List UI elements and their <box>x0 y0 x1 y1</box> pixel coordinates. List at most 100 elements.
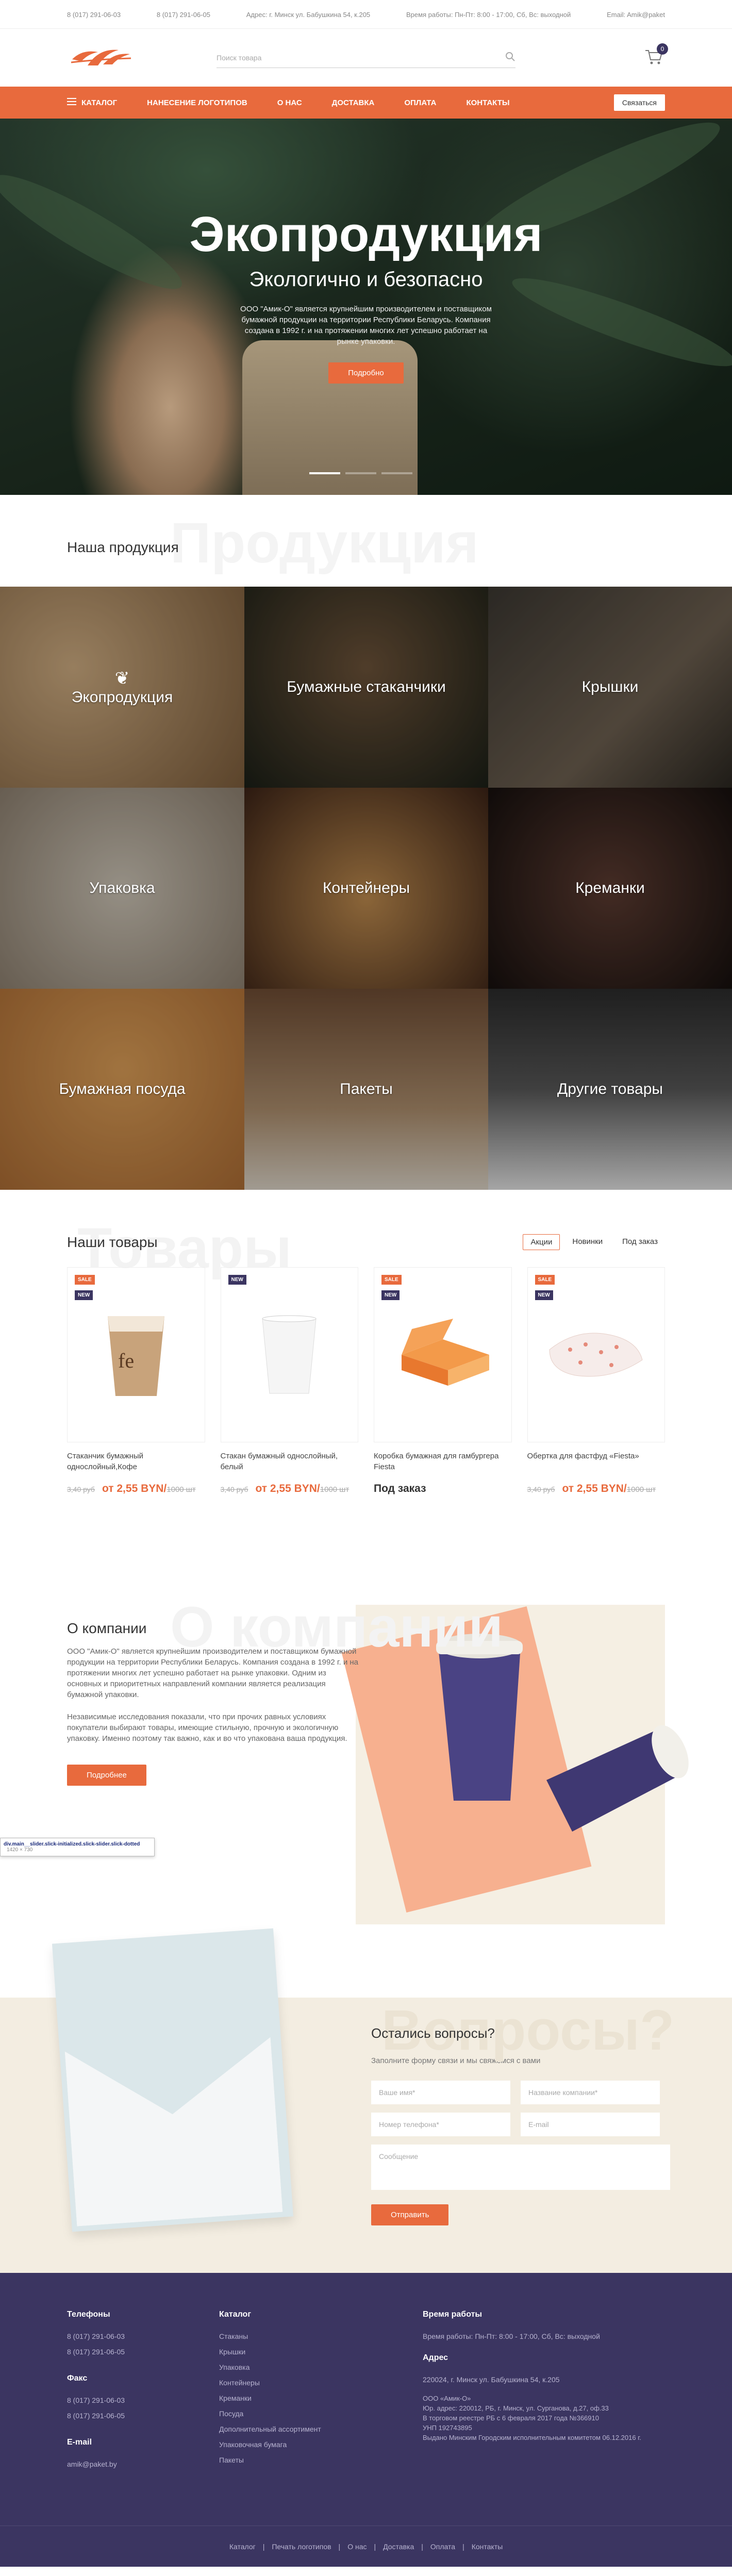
category-cream-cups[interactable]: Креманки <box>488 788 732 989</box>
footer-catalog-link[interactable]: Посуда <box>219 2406 321 2421</box>
product-card[interactable]: SALE NEW fe Стаканчик бумажный однослойн… <box>67 1267 205 1495</box>
contact-form: Вопросы? Остались вопросы? Заполните фор… <box>371 1998 674 2225</box>
message-field[interactable]: Сообщение <box>371 2145 670 2190</box>
legal-line: В торговом реестре РБ с 6 февраля 2017 г… <box>423 2414 599 2422</box>
footer-fax: 8 (017) 291-06-03 <box>67 2396 125 2404</box>
footer-contacts: Телефоны 8 (017) 291-06-03 8 (017) 291-0… <box>67 2310 125 2472</box>
tab-sales[interactable]: Акции <box>523 1234 560 1250</box>
category-label: Бумажная посуда <box>59 1081 186 1098</box>
category-lids[interactable]: Крышки <box>488 587 732 788</box>
about-bg-title: О компании <box>170 1596 504 1659</box>
old-price: 3,40 руб <box>220 1485 248 1493</box>
footer-catalog-link[interactable]: Пакеты <box>219 2452 321 2468</box>
footer-catalog-link[interactable]: Креманки <box>219 2390 321 2406</box>
name-field[interactable]: Ваше имя* <box>371 2081 510 2104</box>
phone-1[interactable]: 8 (017) 291-06-03 <box>67 11 121 19</box>
category-cups[interactable]: Бумажные стаканчики <box>244 587 488 788</box>
hero-more-button[interactable]: Подробно <box>328 362 404 384</box>
product-price: 3,40 руб от 2,55 BYN/1000 шт <box>221 1483 359 1495</box>
footer-catalog-link[interactable]: Упаковочная бумага <box>219 2437 321 2452</box>
cart-count-badge: 0 <box>657 43 668 55</box>
product-card[interactable]: SALE NEW Обертка для фастфуд «Fiesta» 3,… <box>527 1267 666 1495</box>
slider-dot[interactable] <box>345 472 376 474</box>
product-price: 3,40 руб от 2,55 BYN/1000 шт <box>527 1483 666 1495</box>
nav-about[interactable]: О нас <box>277 98 302 107</box>
search-input[interactable]: Поиск товара <box>217 47 515 68</box>
category-containers[interactable]: Контейнеры <box>244 788 488 989</box>
product-image[interactable]: SALE NEW fe <box>67 1267 205 1442</box>
footer-phone[interactable]: 8 (017) 291-06-05 <box>67 2344 125 2359</box>
category-other[interactable]: Другие товары <box>488 989 732 1190</box>
separator: | <box>421 2542 423 2551</box>
nav-contacts[interactable]: Контакты <box>466 98 509 107</box>
product-name[interactable]: Стаканчик бумажный однослойный,Кофе <box>67 1451 205 1474</box>
new-badge: NEW <box>75 1290 93 1300</box>
price-value: от 2,55 BYN/ <box>102 1483 167 1494</box>
product-image[interactable]: SALE NEW <box>527 1267 665 1442</box>
footer-nav-link[interactable]: О нас <box>347 2542 367 2551</box>
submit-button[interactable]: Отправить <box>371 2204 449 2225</box>
nav-catalog[interactable]: Каталог <box>67 98 117 107</box>
logo[interactable] <box>67 43 139 72</box>
goods-tabs: Акции Новинки Под заказ <box>523 1234 665 1250</box>
contact-button[interactable]: Связаться <box>613 94 665 111</box>
footer-nav-link[interactable]: Оплата <box>430 2542 455 2551</box>
main-nav: Каталог Нанесение логотипов О нас Достав… <box>0 87 732 119</box>
footer-catalog-link[interactable]: Упаковка <box>219 2359 321 2375</box>
nav-catalog-label: Каталог <box>81 98 118 107</box>
category-label: Креманки <box>575 879 645 896</box>
product-card[interactable]: NEW Стакан бумажный однослойный, белый 3… <box>220 1267 359 1495</box>
category-eco[interactable]: ❦ Экопродукция <box>0 587 244 788</box>
footer-catalog-link[interactable]: Дополнительный ассортимент <box>219 2421 321 2437</box>
tooltip-size: 1420 × 730 <box>7 1847 33 1853</box>
category-tableware[interactable]: Бумажная посуда <box>0 989 244 1190</box>
product-card[interactable]: SALE NEW Коробка бумажная для гамбургера… <box>374 1267 512 1495</box>
footer-catalog-link[interactable]: Стаканы <box>219 2329 321 2344</box>
cart-icon <box>644 50 663 68</box>
phone-field[interactable]: Номер телефона* <box>371 2113 510 2136</box>
email-field[interactable]: E-mail <box>521 2113 660 2136</box>
cart-button[interactable]: 0 <box>644 43 668 68</box>
hero-slider[interactable]: Экопродукция Экологично и безопасно ООО … <box>0 119 732 495</box>
footer-nav-link[interactable]: Контакты <box>472 2542 503 2551</box>
product-name[interactable]: Коробка бумажная для гамбургера Fiesta <box>374 1451 512 1474</box>
current-price: от 2,55 BYN/1000 шт <box>102 1483 196 1495</box>
footer-catalog-link[interactable]: Крышки <box>219 2344 321 2359</box>
menu-icon <box>67 98 76 107</box>
footer-phone[interactable]: 8 (017) 291-06-03 <box>67 2329 125 2344</box>
footer-email-heading: E-mail <box>67 2438 92 2447</box>
category-packaging[interactable]: Упаковка <box>0 788 244 989</box>
goods-section: Товары Наши товары Акции Новинки Под зак… <box>0 1190 732 1574</box>
footer-fax: 8 (017) 291-06-05 <box>67 2412 125 2420</box>
footer-nav-link[interactable]: Каталог <box>229 2542 256 2551</box>
product-image[interactable]: SALE NEW <box>374 1267 512 1442</box>
slider-dot[interactable] <box>381 472 412 474</box>
price-unit: 1000 шт <box>167 1485 196 1494</box>
nav-payment[interactable]: Оплата <box>404 98 436 107</box>
slider-dot[interactable] <box>309 472 340 474</box>
product-image[interactable]: NEW <box>220 1267 358 1442</box>
search-icon[interactable] <box>505 52 515 63</box>
footer-catalog-link[interactable]: Контейнеры <box>219 2375 321 2390</box>
tab-on-order[interactable]: Под заказ <box>615 1234 665 1250</box>
separator: | <box>462 2542 464 2551</box>
about-more-button[interactable]: Подробнее <box>67 1765 146 1786</box>
hero-title: Экопродукция <box>189 207 543 262</box>
phone-2[interactable]: 8 (017) 291-06-05 <box>157 11 210 19</box>
nav-delivery[interactable]: Доставка <box>332 98 375 107</box>
sale-badge: SALE <box>75 1275 95 1285</box>
email[interactable]: Email: Amik@paket <box>607 11 665 19</box>
product-name[interactable]: Обертка для фастфуд «Fiesta» <box>527 1451 666 1474</box>
product-name[interactable]: Стакан бумажный однослойный, белый <box>221 1451 359 1474</box>
footer-nav-link[interactable]: Доставка <box>383 2542 414 2551</box>
legal-line: ООО «Амик-О» <box>423 2395 471 2402</box>
footer-email[interactable]: amik@paket.by <box>67 2456 125 2472</box>
tab-new[interactable]: Новинки <box>565 1234 610 1250</box>
hero-subtitle: Экологично и безопасно <box>249 268 483 291</box>
company-field[interactable]: Название компании* <box>521 2081 660 2104</box>
legal-line: Выдано Минским Городским исполнительным … <box>423 2434 641 2441</box>
search-placeholder: Поиск товара <box>217 53 262 62</box>
footer-nav-link[interactable]: Печать логотипов <box>272 2542 331 2551</box>
category-bags[interactable]: Пакеты <box>244 989 488 1190</box>
nav-logo-printing[interactable]: Нанесение логотипов <box>147 98 247 107</box>
